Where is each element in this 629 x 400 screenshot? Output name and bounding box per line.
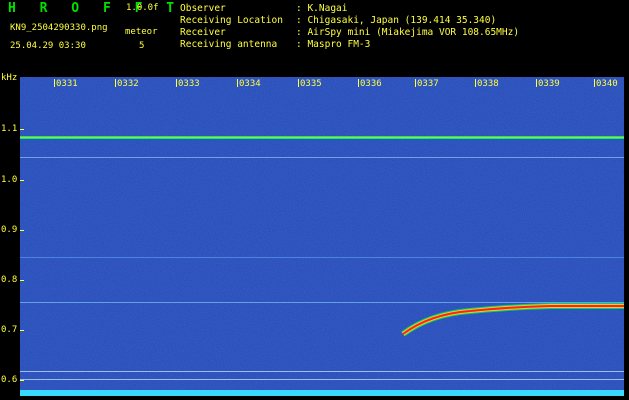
noise-layer [20, 77, 624, 396]
faint-line-5 [20, 379, 624, 380]
faint-line-3 [20, 302, 624, 303]
x-tick-label: 0331 [56, 79, 78, 89]
antenna-value: : Maspro FM-3 [296, 39, 371, 50]
file-name: KN9_2504290330.png [10, 23, 108, 33]
y-tick-label: 1.0 [1, 175, 18, 185]
x-tick-mark [594, 79, 595, 87]
x-tick-mark [237, 79, 238, 87]
receiver-value: : AirSpy mini (Miakejima VOR 108.65MHz) [296, 27, 520, 38]
y-tick-label: 0.9 [1, 225, 18, 235]
spectrogram-plot [20, 77, 624, 396]
x-tick-mark [298, 79, 299, 87]
x-tick-label: 0334 [239, 79, 261, 89]
y-tick-mark [20, 180, 24, 181]
y-tick-mark [20, 330, 24, 331]
x-tick-label: 0340 [596, 79, 618, 89]
x-tick-mark [475, 79, 476, 87]
x-tick-label: 0339 [538, 79, 560, 89]
y-tick-mark [20, 380, 24, 381]
x-tick-mark [115, 79, 116, 87]
y-axis-unit: kHz [1, 73, 18, 83]
bottom-band [20, 390, 624, 396]
faint-line-2 [20, 257, 624, 258]
x-tick-label: 0337 [417, 79, 439, 89]
x-tick-label: 0336 [360, 79, 382, 89]
faint-line-4 [20, 371, 624, 372]
y-tick-mark [20, 129, 24, 130]
x-tick-mark [54, 79, 55, 87]
x-tick-mark [176, 79, 177, 87]
date-time: 25.04.29 03:30 [10, 41, 86, 51]
y-tick-mark [20, 280, 24, 281]
location-label: Receiving Location [180, 15, 283, 26]
header-panel: H R O F F T 1.0.0f KN9_2504290330.png me… [0, 0, 629, 72]
receiver-label: Receiver [180, 27, 226, 38]
x-tick-label: 0335 [300, 79, 322, 89]
y-tick-mark [20, 230, 24, 231]
x-tick-mark [358, 79, 359, 87]
x-tick-label: 0332 [117, 79, 139, 89]
x-tick-mark [536, 79, 537, 87]
antenna-label: Receiving antenna [180, 39, 278, 50]
faint-line-1 [20, 157, 624, 158]
y-tick-label: 0.8 [1, 275, 18, 285]
y-axis-panel [0, 72, 20, 400]
y-tick-label: 0.6 [1, 375, 18, 385]
location-value: : Chigasaki, Japan (139.414 35.340) [296, 15, 497, 26]
app-version: 1.0.0f [126, 3, 159, 13]
meteor-label: meteor [125, 27, 158, 37]
x-tick-label: 0338 [477, 79, 499, 89]
spectrogram-svg [20, 77, 624, 396]
y-tick-label: 0.7 [1, 325, 18, 335]
carrier-signal-core [20, 137, 624, 138]
x-tick-mark [415, 79, 416, 87]
x-tick-label: 0333 [178, 79, 200, 89]
observer-label: Observer [180, 3, 226, 14]
observer-value: : K.Nagai [296, 3, 348, 14]
y-tick-label: 1.1 [1, 124, 18, 134]
meteor-count: 5 [139, 41, 145, 51]
